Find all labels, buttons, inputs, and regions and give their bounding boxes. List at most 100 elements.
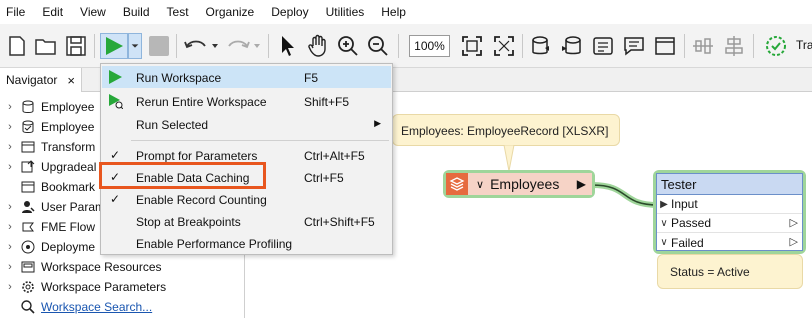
save-icon[interactable] [63, 33, 89, 59]
chevron-right-icon[interactable]: › [0, 141, 20, 153]
add-writer-icon[interactable] [559, 33, 585, 59]
open-icon[interactable] [33, 33, 59, 59]
pan-hand-icon[interactable] [305, 33, 331, 59]
toolbar-separator [522, 34, 523, 58]
menu-organize[interactable]: Organize [206, 5, 255, 19]
menu-item-label: Enable Record Counting [136, 193, 267, 207]
writer-icon [20, 119, 36, 135]
chevron-right-icon[interactable]: › [0, 101, 20, 113]
nav-item-label: Workspace Parameters [41, 280, 167, 294]
menu-utilities[interactable]: Utilities [326, 5, 365, 19]
nav-item-user-parameters[interactable]: › User Param [0, 197, 105, 217]
chevron-right-icon[interactable]: › [0, 121, 20, 133]
menu-edit[interactable]: Edit [42, 5, 63, 19]
menu-item-run-workspace[interactable]: Run Workspace F5 [102, 66, 391, 88]
checkmark-icon: ✓ [110, 192, 121, 206]
chevron-right-icon[interactable]: › [0, 261, 20, 273]
zoom-out-icon[interactable] [365, 33, 391, 59]
undo-icon[interactable] [182, 33, 220, 59]
nav-item-transformers[interactable]: › Transform [0, 137, 95, 157]
navigator-tab-label: Navigator [6, 73, 58, 87]
highlight-box [99, 162, 266, 189]
nav-item-label: Transform [41, 140, 96, 154]
stop-icon[interactable] [146, 33, 172, 59]
toolbar-separator [176, 34, 177, 58]
run-icon[interactable] [100, 33, 128, 59]
menu-item-enable-performance-profiling[interactable]: Enable Performance Profiling [102, 232, 391, 254]
redo-icon[interactable] [224, 33, 262, 59]
nav-item-deployment[interactable]: › Deployme [0, 237, 95, 257]
output-arrow-icon[interactable]: ▷ [790, 235, 798, 248]
zoom-level-field[interactable]: 100% [409, 35, 450, 57]
tester-annotation[interactable]: Status = Active [657, 254, 803, 289]
nav-item-upgradeable[interactable]: › Upgradeal [0, 157, 96, 177]
nav-item-writer[interactable]: › Employee [0, 117, 94, 137]
zoom-selection-icon[interactable] [491, 33, 517, 59]
transformer-icon [20, 139, 36, 155]
menu-item-shortcut: Shift+F5 [304, 95, 350, 109]
nav-item-label: Employee [41, 100, 95, 114]
tab-navigator[interactable]: Navigator × [0, 68, 82, 92]
bookmark-icon[interactable] [652, 33, 678, 59]
menu-test[interactable]: Test [167, 5, 189, 19]
menu-file[interactable]: File [6, 5, 25, 19]
status-icon[interactable] [763, 33, 789, 59]
menu-item-enable-record-counting[interactable]: ✓ Enable Record Counting [102, 188, 391, 210]
run-dropdown-icon[interactable] [128, 33, 142, 59]
nav-item-bookmarks[interactable]: Bookmark [0, 177, 95, 197]
chevron-right-icon[interactable]: › [0, 281, 20, 293]
zoom-in-icon[interactable] [335, 33, 361, 59]
nav-item-fme-flow[interactable]: › FME Flow [0, 217, 95, 237]
tester-input-port[interactable]: ▶ Input [657, 195, 802, 214]
new-icon[interactable] [4, 33, 30, 59]
toolbar-truncated-label[interactable]: Tra [796, 38, 812, 52]
flow-icon [20, 219, 36, 235]
select-pointer-icon[interactable] [275, 33, 301, 59]
chevron-right-icon[interactable]: › [0, 161, 20, 173]
chevron-down-icon[interactable]: ∨ [476, 178, 484, 191]
menu-help[interactable]: Help [381, 5, 406, 19]
chevron-down-icon[interactable]: ∨ [657, 237, 671, 248]
run-dropdown-menu: Run Workspace F5 Rerun Entire Workspace … [100, 63, 393, 255]
nav-item-workspace-resources[interactable]: › Workspace Resources [0, 257, 161, 277]
bookmark-icon [20, 179, 36, 195]
parameters-icon [20, 279, 36, 295]
menu-item-run-selected[interactable]: Run Selected ▶ [102, 113, 391, 135]
nav-item-workspace-search[interactable]: Workspace Search... [0, 297, 152, 317]
output-port-arrow[interactable]: ▶ [577, 177, 586, 191]
chevron-down-icon[interactable]: ∨ [657, 218, 671, 229]
menu-view[interactable]: View [80, 5, 106, 19]
close-icon[interactable]: × [67, 73, 75, 88]
menu-item-label: Run Selected [136, 118, 209, 132]
upgrade-icon [20, 159, 36, 175]
toolbar-separator [94, 34, 95, 58]
zoom-to-fit-icon[interactable] [459, 33, 485, 59]
chevron-right-icon[interactable]: › [0, 201, 20, 213]
tester-transformer[interactable]: Tester ▶ Input ∨ Passed ▷ ∨ Failed ▷ [653, 170, 806, 254]
tester-failed-port[interactable]: ∨ Failed ▷ [657, 233, 802, 252]
employees-reader-feature-type[interactable]: ∨ Employees ▶ [443, 170, 595, 198]
menu-build[interactable]: Build [123, 5, 150, 19]
menu-item-shortcut: Ctrl+Shift+F5 [304, 215, 375, 229]
menu-item-label: Stop at Breakpoints [136, 215, 241, 229]
chevron-right-icon[interactable]: › [0, 221, 20, 233]
annotation-icon[interactable] [621, 33, 647, 59]
add-transformer-icon[interactable] [590, 33, 616, 59]
menu-item-stop-at-breakpoints[interactable]: Stop at Breakpoints Ctrl+Shift+F5 [102, 210, 391, 232]
toolbar-separator [684, 34, 685, 58]
align-vertical-icon[interactable] [721, 33, 747, 59]
workspace-search-link[interactable]: Workspace Search... [41, 300, 152, 314]
menu-deploy[interactable]: Deploy [271, 5, 308, 19]
tester-passed-port[interactable]: ∨ Passed ▷ [657, 214, 802, 233]
deployment-icon [20, 239, 36, 255]
input-port-label: Input [671, 197, 698, 211]
chevron-right-icon[interactable]: › [0, 241, 20, 253]
reader-annotation[interactable]: Employees: EmployeeRecord [XLSXR] [392, 114, 620, 146]
nav-item-workspace-parameters[interactable]: › Workspace Parameters [0, 277, 166, 297]
align-horizontal-icon[interactable] [690, 33, 716, 59]
output-arrow-icon[interactable]: ▷ [790, 216, 798, 229]
connection-line [591, 182, 659, 208]
menu-item-rerun-workspace[interactable]: Rerun Entire Workspace Shift+F5 [102, 90, 391, 112]
nav-item-reader[interactable]: › Employee [0, 97, 94, 117]
add-reader-icon[interactable] [528, 33, 554, 59]
